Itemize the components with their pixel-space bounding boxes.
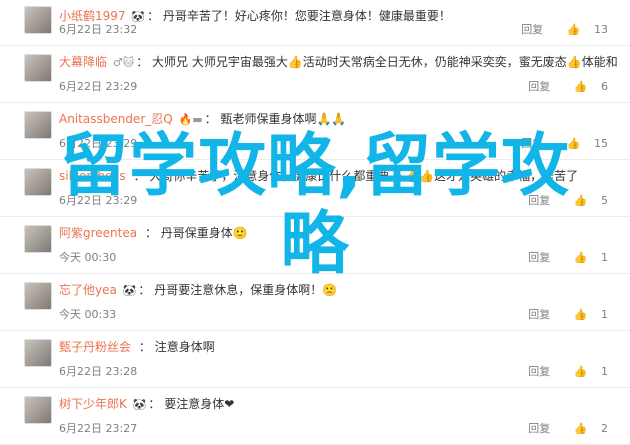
comment-row: 阿紫greentea ： 丹哥保重身体🙂 今天 00:30 回复 👍 1 bbox=[0, 217, 630, 274]
reply-button[interactable]: 回复 bbox=[528, 422, 550, 435]
commenter-name[interactable]: 忘了他yea bbox=[59, 283, 117, 297]
avatar[interactable] bbox=[24, 168, 52, 196]
commenter-name[interactable]: 大幕降临 bbox=[59, 55, 107, 69]
comment-line: silver_boys ： 大哥你辛苦了，注意身体，健康比什么都重要👍👍👍这才是… bbox=[59, 169, 579, 183]
comment-actions: 回复 👍 2 bbox=[518, 420, 608, 436]
comment-time: 6月22日 23:29 bbox=[59, 194, 138, 207]
comment-row: 大幕降临 ♂🐱： 大师兄 大师兄宇宙最强大👍活动时天常病全日无休，仍能神采奕奕，… bbox=[0, 46, 630, 103]
comment-line: 忘了他yea 🐼： 丹哥要注意休息，保重身体啊！🙁 bbox=[59, 283, 338, 297]
reply-button[interactable]: 回复 bbox=[521, 23, 543, 36]
comment-text: 要注意身体❤ bbox=[164, 397, 235, 411]
avatar[interactable] bbox=[24, 54, 52, 82]
like-icon: 👍 bbox=[573, 80, 588, 93]
comment-time: 今天 00:30 bbox=[59, 251, 117, 264]
comment-line: Anitassbender_忍Q 🔥▬： 甄老师保重身体啊🙏🙏 bbox=[59, 112, 347, 126]
like-icon: 👍 bbox=[573, 308, 588, 321]
reply-button[interactable]: 回复 bbox=[521, 137, 543, 150]
avatar[interactable] bbox=[24, 339, 52, 367]
comment-text: 大师兄 大师兄宇宙最强大👍活动时天常病全日无休，仍能神采奕奕，蜜无废态👍体能和精… bbox=[152, 55, 618, 69]
reply-button[interactable]: 回复 bbox=[528, 194, 550, 207]
comment-text: 丹哥辛苦了！好心疼你！您要注意身体！健康最重要！ bbox=[162, 9, 451, 23]
like-button[interactable]: 👍 13 bbox=[557, 23, 608, 36]
badge-icons: 🔥▬ bbox=[178, 113, 203, 126]
commenter-name[interactable]: 甄子丹粉丝会 bbox=[59, 340, 131, 354]
avatar[interactable] bbox=[24, 282, 52, 310]
comment-actions: 回复 👍 13 bbox=[511, 21, 608, 37]
avatar[interactable] bbox=[24, 225, 52, 253]
commenter-name[interactable]: Anitassbender_忍Q bbox=[59, 112, 173, 126]
like-button[interactable]: 👍 1 bbox=[564, 308, 608, 321]
like-button[interactable]: 👍 2 bbox=[564, 422, 608, 435]
like-icon: 👍 bbox=[566, 23, 581, 36]
commenter-name[interactable]: 树下少年郎K bbox=[59, 397, 127, 411]
badge-icons: ♂🐱 bbox=[112, 56, 135, 69]
comment-actions: 回复 👍 6 bbox=[518, 78, 608, 94]
avatar[interactable] bbox=[24, 111, 52, 139]
like-button[interactable]: 👍 1 bbox=[564, 251, 608, 264]
comment-row: 甄子丹粉丝会 ： 注意身体啊 6月22日 23:28 回复 👍 1 bbox=[0, 331, 630, 388]
like-count: 5 bbox=[601, 194, 608, 207]
comment-time: 6月22日 23:28 bbox=[59, 365, 138, 378]
reply-button[interactable]: 回复 bbox=[528, 80, 550, 93]
like-button[interactable]: 👍 1 bbox=[564, 365, 608, 378]
comment-time: 6月22日 23:29 bbox=[59, 137, 138, 150]
comment-line: 甄子丹粉丝会 ： 注意身体啊 bbox=[59, 340, 215, 354]
reply-button[interactable]: 回复 bbox=[528, 365, 550, 378]
like-count: 2 bbox=[601, 422, 608, 435]
like-icon: 👍 bbox=[573, 251, 588, 264]
comment-line: 阿紫greentea ： 丹哥保重身体🙂 bbox=[59, 226, 248, 240]
like-button[interactable]: 👍 6 bbox=[564, 80, 608, 93]
comment-actions: 回复 👍 1 bbox=[518, 363, 608, 379]
like-count: 1 bbox=[601, 308, 608, 321]
comment-actions: 回复 👍 15 bbox=[511, 135, 608, 151]
like-icon: 👍 bbox=[566, 137, 581, 150]
like-button[interactable]: 👍 15 bbox=[557, 137, 608, 150]
comment-text: 丹哥要注意休息，保重身体啊！🙁 bbox=[154, 283, 338, 297]
comment-row: 忘了他yea 🐼： 丹哥要注意休息，保重身体啊！🙁 今天 00:33 回复 👍 … bbox=[0, 274, 630, 331]
comment-time: 6月22日 23:27 bbox=[59, 422, 138, 435]
like-icon: 👍 bbox=[573, 422, 588, 435]
comment-text: 丹哥保重身体🙂 bbox=[160, 226, 248, 240]
like-button[interactable]: 👍 5 bbox=[564, 194, 608, 207]
comment-row: 树下少年郎K 🐼： 要注意身体❤ 6月22日 23:27 回复 👍 2 bbox=[0, 388, 630, 445]
comment-line: 大幕降临 ♂🐱： 大师兄 大师兄宇宙最强大👍活动时天常病全日无休，仍能神采奕奕，… bbox=[59, 54, 618, 71]
like-count: 13 bbox=[594, 23, 608, 36]
avatar[interactable] bbox=[24, 6, 52, 34]
comment-actions: 回复 👍 1 bbox=[518, 306, 608, 322]
comment-time: 今天 00:33 bbox=[59, 308, 117, 321]
reply-button[interactable]: 回复 bbox=[528, 251, 550, 264]
badge-icons: 🐼 bbox=[122, 284, 137, 297]
like-count: 1 bbox=[601, 251, 608, 264]
like-icon: 👍 bbox=[573, 365, 588, 378]
comment-actions: 回复 👍 1 bbox=[518, 249, 608, 265]
avatar[interactable] bbox=[24, 396, 52, 424]
commenter-name[interactable]: silver_boys bbox=[59, 169, 126, 183]
comment-row: silver_boys ： 大哥你辛苦了，注意身体，健康比什么都重要👍👍👍这才是… bbox=[0, 160, 630, 217]
comment-actions: 回复 👍 5 bbox=[518, 192, 608, 208]
reply-button[interactable]: 回复 bbox=[528, 308, 550, 321]
comment-text: 甄老师保重身体啊🙏🙏 bbox=[220, 112, 347, 126]
commenter-name[interactable]: 阿紫greentea bbox=[59, 226, 137, 240]
comment-time: 6月22日 23:29 bbox=[59, 80, 138, 93]
badge-icons: 🐼 bbox=[132, 398, 147, 411]
comment-text: 注意身体啊 bbox=[154, 340, 215, 354]
comment-time: 6月22日 23:32 bbox=[59, 23, 138, 36]
like-count: 1 bbox=[601, 365, 608, 378]
like-icon: 👍 bbox=[573, 194, 588, 207]
like-count: 15 bbox=[594, 137, 608, 150]
comment-row: 小纸鹤1997 🐼： 丹哥辛苦了！好心疼你！您要注意身体！健康最重要！ 6月22… bbox=[0, 0, 630, 46]
like-count: 6 bbox=[601, 80, 608, 93]
comment-row: Anitassbender_忍Q 🔥▬： 甄老师保重身体啊🙏🙏 6月22日 23… bbox=[0, 103, 630, 160]
comment-list: 小纸鹤1997 🐼： 丹哥辛苦了！好心疼你！您要注意身体！健康最重要！ 6月22… bbox=[0, 0, 630, 445]
comment-line: 树下少年郎K 🐼： 要注意身体❤ bbox=[59, 397, 235, 411]
comment-text: 大哥你辛苦了，注意身体，健康比什么都重要👍👍👍这才是英雄的幸福，辛苦了 bbox=[149, 169, 579, 183]
